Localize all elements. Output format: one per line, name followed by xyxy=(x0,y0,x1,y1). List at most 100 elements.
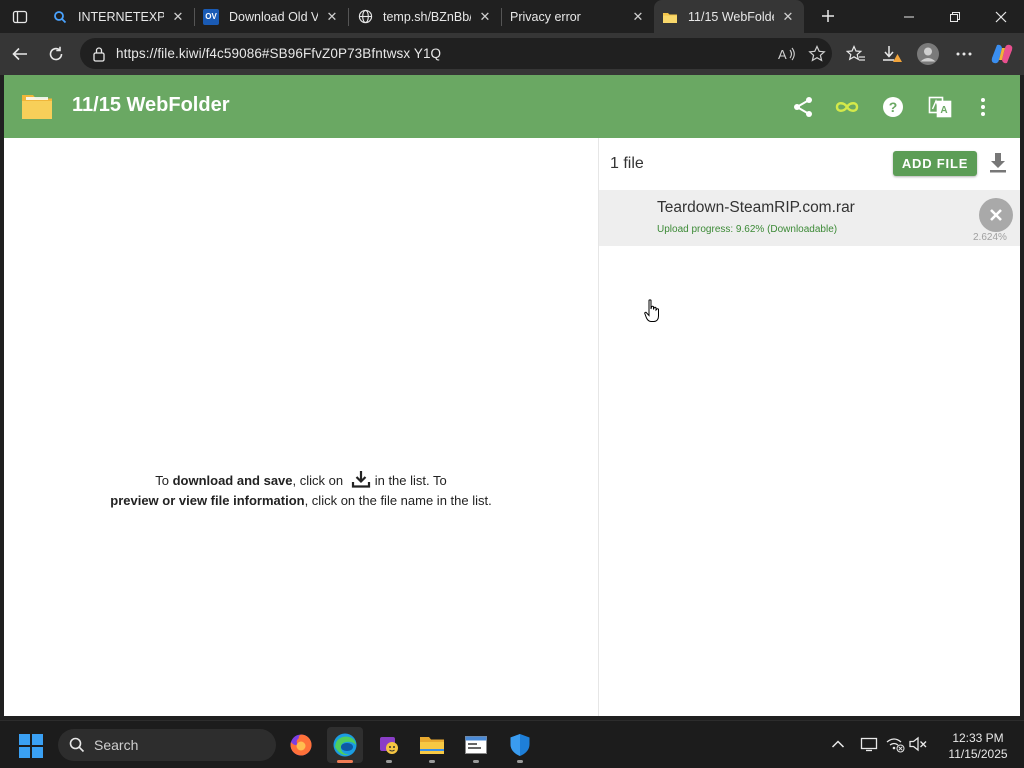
add-file-button[interactable]: ADD FILE xyxy=(893,151,977,176)
read-aloud-icon: A xyxy=(778,47,795,62)
new-tab-button[interactable] xyxy=(816,4,840,28)
file-list-item[interactable]: Teardown-SteamRIP.com.rar Upload progres… xyxy=(599,190,1020,246)
web-page: 11/15 WebFolder ? A To download and save… xyxy=(4,75,1020,716)
upload-progress-status: Upload progress: 9.62% (Downloadable) xyxy=(657,224,838,235)
close-icon[interactable]: ✕ xyxy=(324,9,340,25)
close-icon xyxy=(990,209,1002,221)
network-disconnected-icon xyxy=(886,738,905,753)
hand-cursor-icon xyxy=(644,299,659,322)
tab-title: INTERNETEXPLOR xyxy=(78,9,164,24)
tab-download-old-versions[interactable]: OV Download Old V ✕ xyxy=(195,0,348,33)
refresh-button[interactable] xyxy=(42,40,70,68)
close-icon[interactable]: ✕ xyxy=(780,9,796,25)
hint-text: in the list. To xyxy=(374,473,447,488)
svg-text:A: A xyxy=(778,47,787,62)
windows-taskbar: Search 12:33 PM 11/15/2025 xyxy=(0,720,1024,768)
more-horizontal-icon xyxy=(956,52,972,56)
taskbar-windows-security[interactable] xyxy=(502,727,538,763)
refresh-icon xyxy=(49,46,63,61)
favorite-star-button[interactable] xyxy=(802,40,832,68)
tab-actions-button[interactable] xyxy=(8,5,32,29)
edge-icon xyxy=(333,733,357,757)
minimize-icon xyxy=(904,16,914,17)
page-title: 11/15 WebFolder xyxy=(72,94,230,116)
copilot-button[interactable] xyxy=(988,40,1016,68)
taskbar-app-5[interactable] xyxy=(458,727,494,763)
tab-webfolder[interactable]: 11/15 WebFolder ✕ xyxy=(654,0,804,33)
svg-text:A: A xyxy=(940,105,947,116)
search-icon xyxy=(52,9,68,25)
download-all-button[interactable] xyxy=(987,151,1009,175)
infinity-icon xyxy=(835,102,859,112)
taskbar-file-explorer[interactable] xyxy=(414,727,450,763)
minimize-button[interactable] xyxy=(886,0,932,33)
back-button[interactable] xyxy=(6,40,34,68)
plus-icon xyxy=(822,10,834,22)
close-icon[interactable]: ✕ xyxy=(477,9,493,25)
file-name-link[interactable]: Teardown-SteamRIP.com.rar xyxy=(657,199,855,217)
translate-icon: A xyxy=(928,96,952,118)
settings-more-button[interactable] xyxy=(950,40,978,68)
share-button[interactable] xyxy=(788,92,818,122)
app-bar: 11/15 WebFolder ? A xyxy=(4,75,1020,138)
search-placeholder: Search xyxy=(94,737,139,753)
taskbar-search-box[interactable]: Search xyxy=(58,729,276,761)
taskbar-firefox[interactable] xyxy=(283,727,319,763)
display-icon xyxy=(860,737,878,752)
tab-title: 11/15 WebFolder xyxy=(688,9,774,24)
speaker-muted-icon xyxy=(909,736,927,752)
ov-favicon-icon: OV xyxy=(203,8,219,25)
show-hidden-icons-button[interactable] xyxy=(827,733,849,755)
close-icon[interactable]: ✕ xyxy=(170,9,186,25)
taskbar-app-3[interactable] xyxy=(371,727,407,763)
file-count-label: 1 file xyxy=(610,155,644,172)
restore-button[interactable] xyxy=(932,0,978,33)
app-icon xyxy=(380,737,398,754)
webfolder-favicon-icon xyxy=(662,9,678,25)
hint-text: , click on xyxy=(292,473,344,488)
tray-app-icon-button[interactable] xyxy=(858,733,880,755)
site-info-icon[interactable] xyxy=(90,45,108,63)
svg-text:?: ? xyxy=(889,99,898,115)
running-app-indicator xyxy=(429,760,435,763)
volume-button[interactable] xyxy=(907,733,929,755)
hint-text: To xyxy=(155,473,173,488)
share-icon xyxy=(794,97,812,117)
preview-pane: To download and save, click on in the li… xyxy=(4,138,598,716)
browser-toolbar: https://file.kiwi/f4c59086#SB96FfvZ0P73B… xyxy=(0,33,1024,75)
unlimited-storage-button[interactable] xyxy=(832,92,862,122)
copilot-icon xyxy=(991,44,1013,64)
cancel-upload-button[interactable] xyxy=(979,198,1013,232)
help-button[interactable]: ? xyxy=(878,92,908,122)
taskbar-edge[interactable] xyxy=(327,727,363,763)
download-icon xyxy=(351,471,370,488)
windows-start-icon[interactable] xyxy=(18,733,44,759)
address-bar[interactable]: https://file.kiwi/f4c59086#SB96FfvZ0P73B… xyxy=(80,38,832,69)
network-status-button[interactable] xyxy=(884,733,906,755)
tab-temp-sh[interactable]: temp.sh/BZnBb/c ✕ xyxy=(349,0,501,33)
profile-button[interactable] xyxy=(914,40,942,68)
hint-text: , click on the file name in the list. xyxy=(304,493,492,508)
close-icon[interactable]: ✕ xyxy=(630,9,646,25)
globe-icon xyxy=(357,9,373,25)
favorites-button[interactable] xyxy=(842,40,870,68)
running-app-indicator xyxy=(386,760,392,763)
hint-bold-text: preview or view file information xyxy=(110,493,305,508)
arrow-left-icon xyxy=(12,47,27,61)
tab-internetexplorer[interactable]: INTERNETEXPLOR ✕ xyxy=(44,0,194,33)
close-window-button[interactable] xyxy=(978,0,1024,33)
translate-button[interactable]: A xyxy=(925,92,955,122)
download-icon xyxy=(990,153,1006,173)
tab-actions-icon xyxy=(12,10,28,24)
tab-title: Privacy error xyxy=(510,9,581,24)
tab-privacy-error[interactable]: Privacy error ✕ xyxy=(502,0,654,33)
tab-title: Download Old V xyxy=(229,9,318,24)
downloads-button[interactable] xyxy=(878,40,906,68)
read-aloud-button[interactable]: A xyxy=(772,40,802,68)
clock-date: 11/15/2025 xyxy=(948,747,1008,761)
more-vertical-button[interactable] xyxy=(968,92,998,122)
help-icon: ? xyxy=(883,97,903,117)
system-clock[interactable]: 12:33 PM 11/15/2025 xyxy=(938,730,1018,762)
instruction-text: To download and save, click on in the li… xyxy=(4,470,598,511)
favorites-icon xyxy=(846,45,865,61)
